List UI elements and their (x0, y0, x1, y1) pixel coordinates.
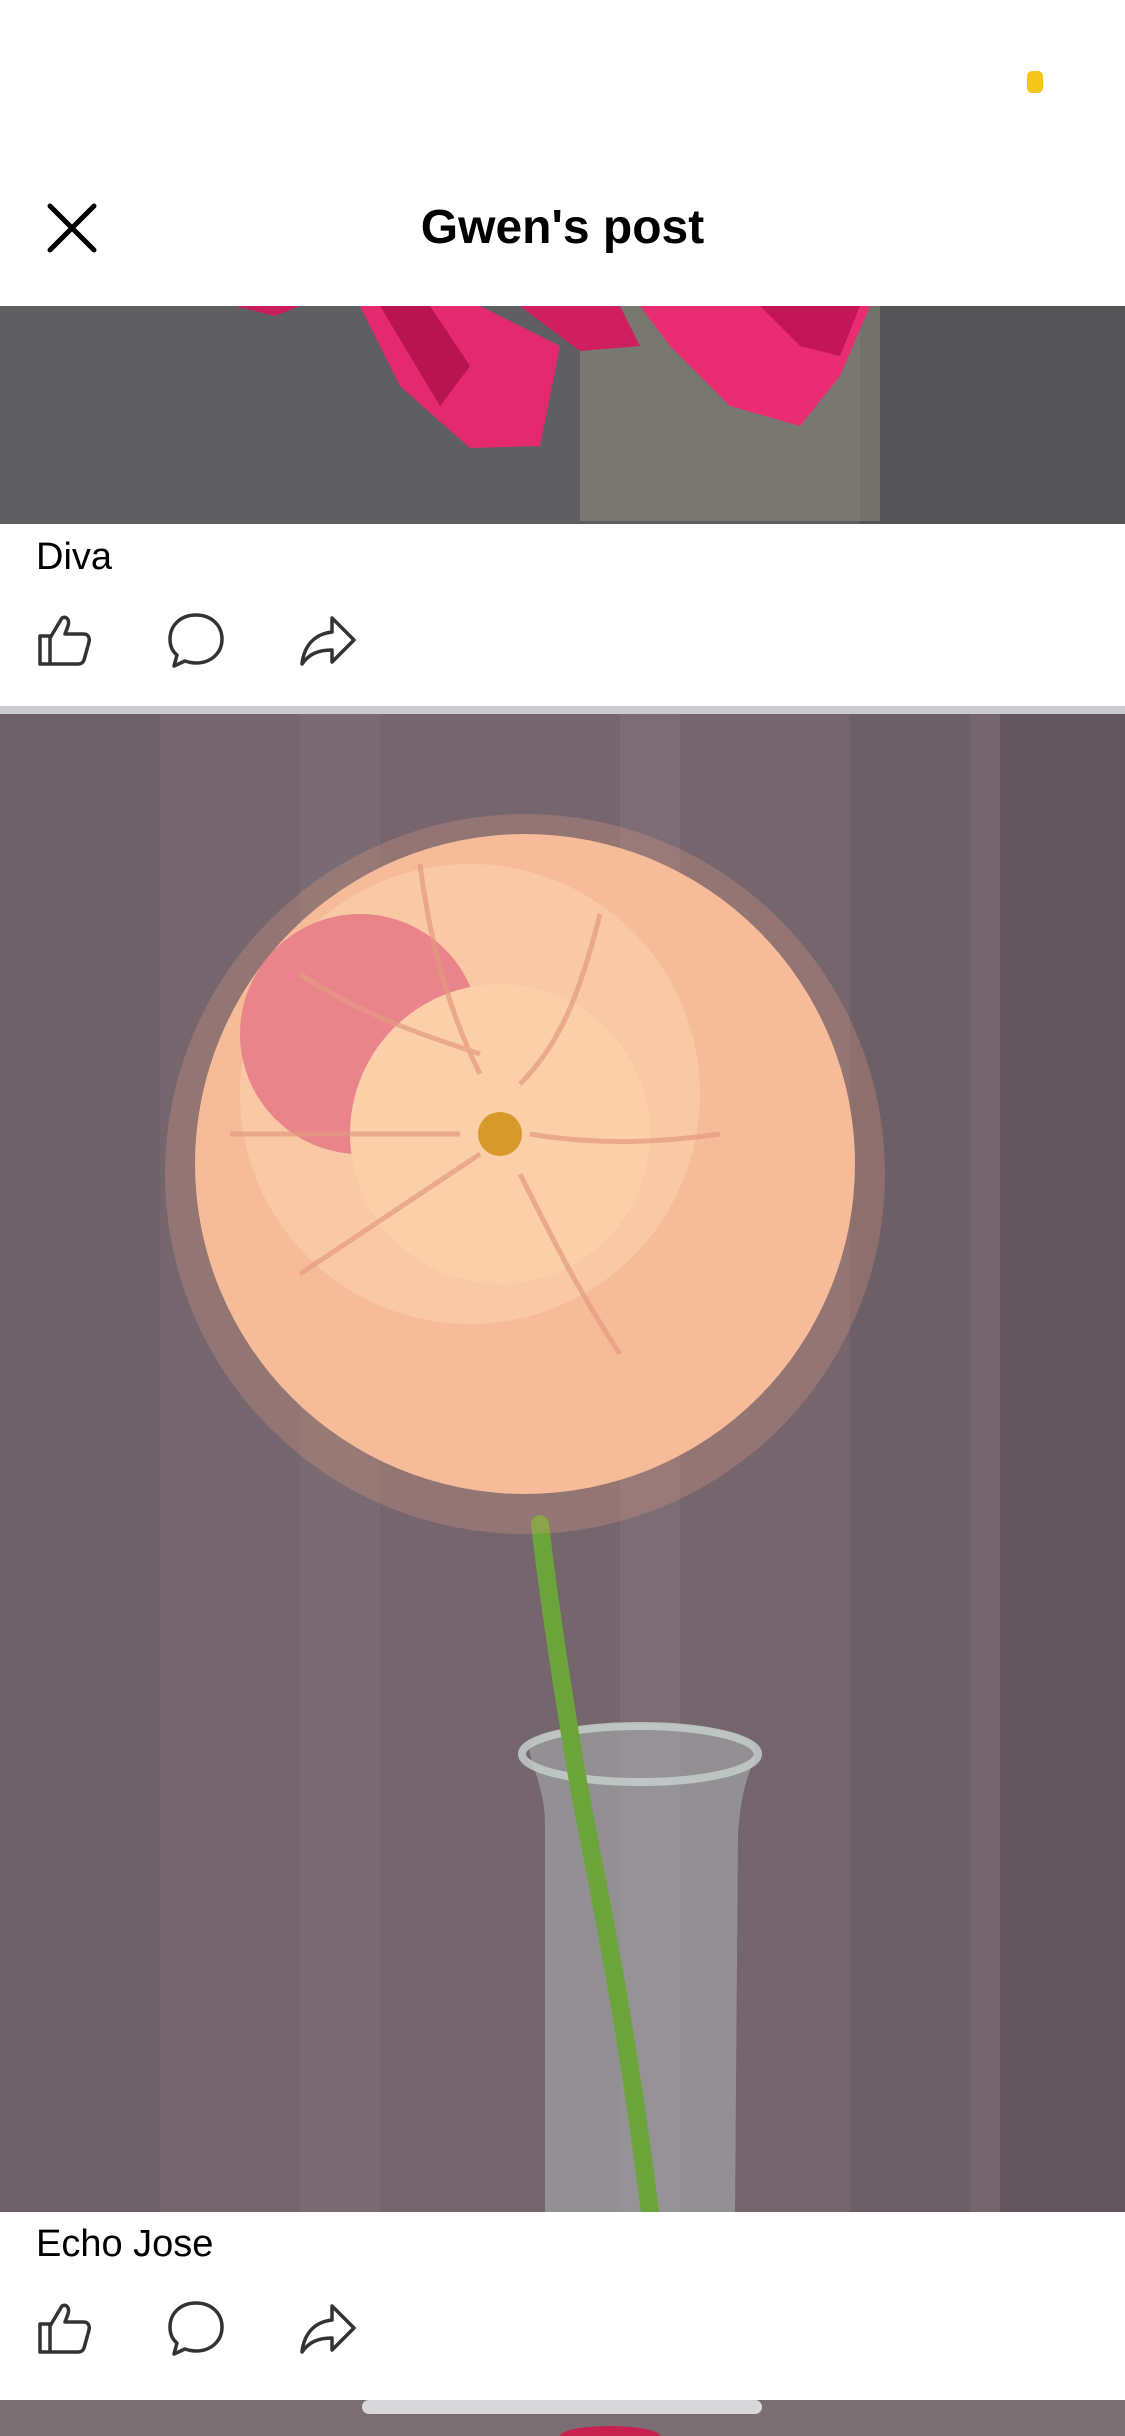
like-button[interactable] (30, 2294, 98, 2362)
share-button[interactable] (294, 2294, 362, 2362)
share-icon (300, 616, 356, 666)
post-photo-peach-dahlia[interactable] (0, 714, 1125, 2212)
post-caption: Diva (36, 536, 113, 578)
post-photo-pink-dahlia[interactable] (0, 306, 1125, 524)
like-icon (38, 2303, 91, 2354)
home-indicator[interactable] (362, 2400, 762, 2414)
like-button[interactable] (30, 606, 98, 674)
like-icon (38, 615, 91, 666)
page-title: Gwen's post (420, 201, 705, 254)
comment-button[interactable] (162, 2294, 230, 2362)
comment-button[interactable] (162, 606, 230, 674)
status-indicator-dot (1027, 71, 1043, 93)
comment-icon (168, 613, 224, 668)
post-divider (0, 706, 1125, 714)
comment-icon (168, 2301, 224, 2356)
share-icon (300, 2304, 356, 2354)
post-caption: Echo Jose (36, 2223, 214, 2265)
share-button[interactable] (294, 606, 362, 674)
status-bar (0, 0, 1125, 150)
pink-dahlia-image (0, 306, 1125, 524)
peach-dahlia-image (0, 714, 1125, 2212)
post-actions (30, 2294, 362, 2362)
post-actions (30, 606, 362, 674)
